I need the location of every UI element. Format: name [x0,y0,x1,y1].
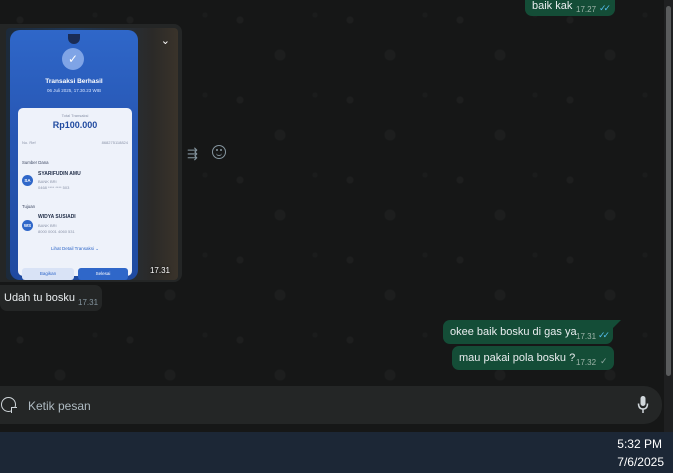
message-incoming[interactable]: Udah tu bosku 17.31 [0,285,102,311]
message-image[interactable]: ✓ Transaksi Berhasil 06 Juli 2025, 17.30… [0,24,182,282]
chat-scrollbar[interactable] [664,0,673,432]
transfer-receipt-photo[interactable]: ✓ Transaksi Berhasil 06 Juli 2025, 17.30… [6,28,178,280]
read-ticks-icon: ✓✓ [598,330,610,340]
read-ticks-icon: ✓✓ [599,3,611,13]
message-input[interactable] [26,396,610,416]
message-text: Udah tu bosku [4,292,75,304]
source-avatar: SA [22,175,33,186]
success-check-icon: ✓ [62,48,84,70]
source-bank: BANK BRI [38,179,57,184]
dest-name: WIDYA SUSIADI [38,214,76,220]
ref-value: 868275118824 [101,140,128,145]
ref-label: No. Ref [22,140,36,145]
total-label: Total Transaksi [61,113,89,118]
sent-tick-icon: ✓ [600,356,608,366]
dest-label: Tujuan [22,204,35,209]
source-label: Sumber Dana [22,160,49,165]
source-name: SYARIFUDIN AMU [38,171,81,177]
sticker-icon[interactable] [1,397,16,412]
message-text: okee baik bosku di gas ya [450,326,577,338]
phone-notch [68,34,80,44]
message-text: baik kak [532,0,573,12]
dest-account: 8000 0001 4060 531 [38,229,75,234]
dest-bank: BANK BRI [38,223,57,228]
receipt-amount: Rp100.000 [52,120,98,130]
detail-link: Lihat Detail Transaksi ⌄ [50,246,100,251]
phone-screen: ✓ Transaksi Berhasil 06 Juli 2025, 17.30… [10,30,138,280]
message-outgoing[interactable]: okee baik bosku di gas ya 17.31 ✓✓ [443,320,613,344]
forward-icon[interactable]: ⇶ [187,146,198,162]
message-time: 17.31 [149,266,170,275]
taskbar: 5:32 PM 7/6/2025 [0,432,673,473]
message-text: mau pakai pola bosku ? [459,352,576,364]
receipt-title: Transaksi Berhasil [45,78,103,85]
message-time: 17.32 [576,358,597,367]
done-button: Selesai [78,268,128,280]
taskbar-clock-date[interactable]: 7/6/2025 [617,455,664,469]
message-outgoing[interactable]: mau pakai pola bosku ? 17.32 ✓ [452,346,614,370]
chat-panel: baik kak 17.27 ✓✓ ✓ Transaksi Berhasil 0… [0,0,664,432]
dest-avatar: WS [22,220,33,231]
message-composer [0,386,662,424]
source-account: 0468 **** **** 503 [38,185,70,190]
emoji-reaction-icon[interactable] [212,145,226,159]
share-button: Bagikan [22,268,74,280]
message-time: 17.31 [576,332,597,341]
scrollbar-thumb[interactable] [666,6,671,376]
message-outgoing[interactable]: baik kak 17.27 ✓✓ [525,0,615,16]
message-time: 17.27 [576,5,597,14]
microphone-icon[interactable] [637,395,649,415]
taskbar-clock-time[interactable]: 5:32 PM [617,437,662,451]
bubble-tail [613,320,621,328]
message-time: 17.31 [78,298,99,307]
chevron-down-icon[interactable]: ⌄ [161,34,170,47]
receipt-card: Total Transaksi Rp100.000 No. Ref 868275… [18,108,132,280]
receipt-date: 06 Juli 2025, 17.30.23 WIB [46,88,102,93]
